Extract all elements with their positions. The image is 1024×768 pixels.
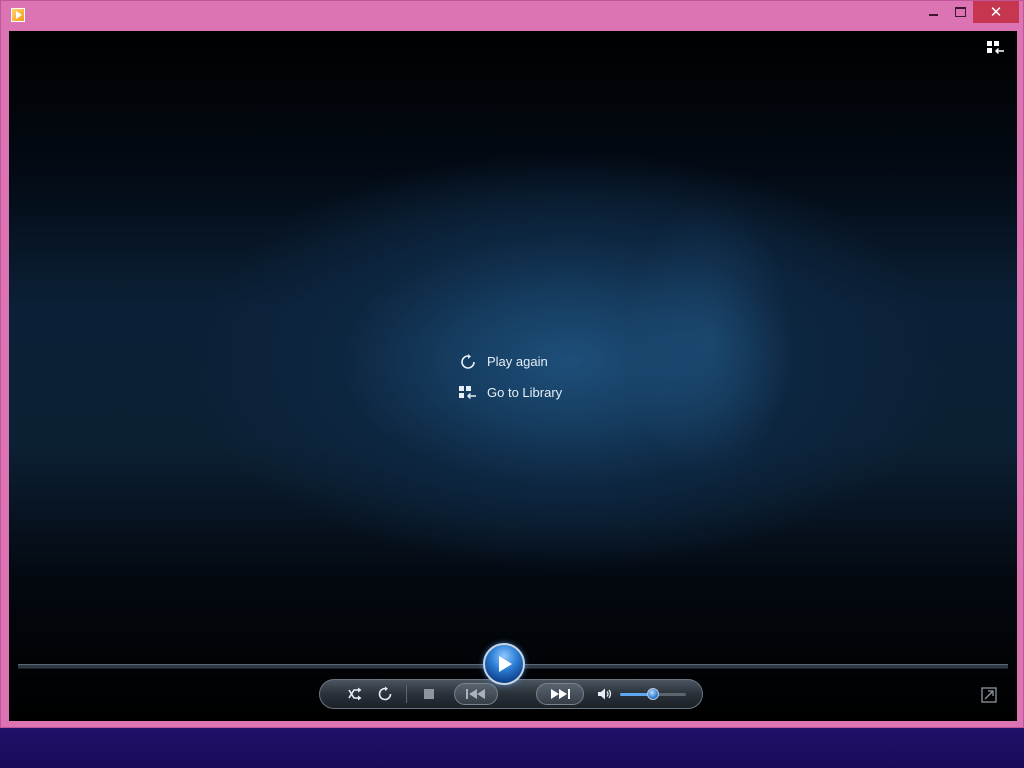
stop-icon — [424, 689, 434, 699]
now-playing-area: Play again Go to Library — [9, 31, 1017, 721]
next-icon — [551, 689, 570, 699]
stop-button[interactable] — [420, 680, 438, 708]
minimize-button[interactable] — [919, 1, 947, 23]
close-button[interactable]: ✕ — [973, 1, 1019, 23]
shuffle-button[interactable] — [344, 680, 366, 708]
minimize-icon — [928, 14, 938, 16]
replay-icon — [459, 353, 477, 371]
repeat-button[interactable] — [374, 680, 396, 708]
play-again-option[interactable]: Play again — [459, 346, 562, 377]
maximize-icon — [954, 7, 966, 17]
playback-ended-menu: Play again Go to Library — [459, 346, 562, 408]
play-icon — [499, 656, 512, 672]
go-to-library-label: Go to Library — [487, 385, 563, 400]
switch-to-library-icon[interactable] — [987, 41, 1005, 57]
maximize-button[interactable] — [947, 1, 973, 23]
shuffle-icon — [348, 687, 362, 701]
previous-icon — [466, 689, 485, 699]
play-button[interactable] — [483, 643, 525, 685]
volume-thumb[interactable] — [647, 688, 659, 700]
app-icon — [11, 8, 25, 22]
next-button[interactable] — [536, 683, 584, 705]
switch-view-icon — [981, 687, 997, 703]
close-icon: ✕ — [989, 4, 1003, 21]
switch-to-now-playing-button[interactable] — [981, 687, 997, 703]
library-icon — [459, 384, 477, 402]
previous-button[interactable] — [454, 683, 498, 705]
controls-divider — [406, 685, 407, 703]
media-player-window: ✕ Play again Go to Library — [0, 0, 1024, 728]
speaker-icon — [598, 688, 612, 700]
go-to-library-option[interactable]: Go to Library — [459, 377, 562, 408]
repeat-icon — [378, 686, 392, 701]
play-again-label: Play again — [487, 354, 548, 369]
title-bar[interactable]: ✕ — [1, 1, 1023, 30]
taskbar — [0, 726, 1024, 768]
mute-button[interactable] — [594, 680, 616, 708]
